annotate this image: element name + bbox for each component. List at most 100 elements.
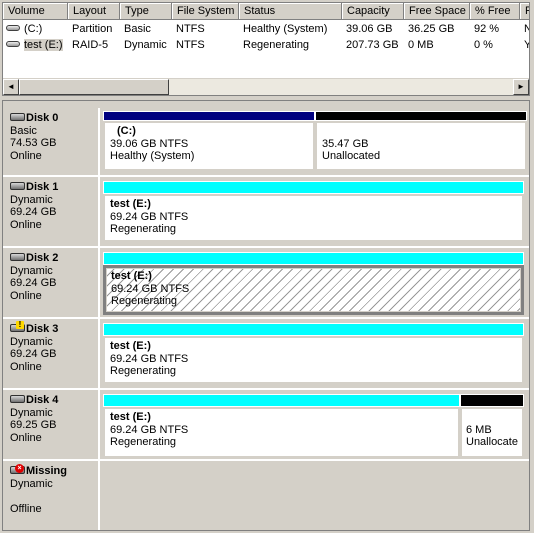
layout-cell: Partition <box>72 23 113 35</box>
partition-status: Unallocate <box>466 436 518 448</box>
disk-type: Dynamic <box>10 477 53 490</box>
column-header-file-system[interactable]: File System <box>172 3 239 20</box>
volume-name: test (E:) <box>24 39 63 51</box>
free-space-cell: 36.25 GB <box>408 23 455 35</box>
partition-body[interactable]: test (E:) 69.24 GB NTFS Regenerating <box>103 336 524 384</box>
disk-label[interactable]: × Missing Dynamic Offline <box>3 461 100 530</box>
disk-label[interactable]: ! Disk 3 Dynamic 69.24 GB Online <box>3 319 100 388</box>
partition-color-bar <box>103 111 315 121</box>
scroll-left-button[interactable]: ◄ <box>3 79 19 95</box>
partition[interactable]: (C:) 39.06 GB NTFS Healthy (System) <box>103 111 315 171</box>
partition[interactable]: test (E:) 69.24 GB NTFS Regenerating <box>103 394 460 458</box>
disk-size: 69.24 GB <box>10 206 57 218</box>
percent-free-cell: 92 % <box>474 23 500 35</box>
disk-label[interactable]: Disk 2 Dynamic 69.24 GB Online <box>3 248 100 317</box>
partition-color-bar <box>103 181 524 194</box>
partition-body[interactable]: test (E:) 69.24 GB NTFS Regenerating <box>103 194 524 242</box>
volume-row[interactable]: test (E:) RAID-5 Dynamic NTFS Regenerati… <box>3 38 529 54</box>
partition-selected[interactable]: test (E:) 69.24 GB NTFS Regenerating <box>103 252 524 315</box>
partition-title: (C:) <box>117 125 136 137</box>
partition-body[interactable]: 35.47 GB Unallocated <box>315 121 527 171</box>
disk-name: Disk 1 <box>10 181 98 194</box>
partition-size: 6 MB <box>466 423 492 436</box>
layout-cell: RAID-5 <box>72 39 109 51</box>
column-header-layout[interactable]: Layout <box>68 3 120 20</box>
column-header-fault-tolerance[interactable]: F <box>520 3 529 20</box>
type-cell: Dynamic <box>124 39 167 51</box>
horizontal-scrollbar[interactable]: ◄ ► <box>3 78 529 95</box>
disk-state: Online <box>10 431 42 444</box>
partition-size: 35.47 GB <box>322 137 369 150</box>
type-cell: Basic <box>124 23 151 35</box>
volume-list[interactable]: Volume Layout Type File System Status Ca… <box>2 2 530 96</box>
column-header-free-space[interactable]: Free Space <box>404 3 470 20</box>
partition[interactable]: test (E:) 69.24 GB NTFS Regenerating <box>103 181 524 242</box>
disk-size: 74.53 GB <box>10 137 57 149</box>
disk-name: Disk 4 <box>10 394 98 407</box>
disk-size <box>10 490 98 503</box>
disk-label[interactable]: Disk 4 Dynamic 69.25 GB Online <box>3 390 100 459</box>
partition-status: Regenerating <box>110 223 177 235</box>
column-header-volume[interactable]: Volume <box>3 3 68 20</box>
volume-name: (C:) <box>24 23 43 35</box>
disk-label[interactable]: Disk 1 Dynamic 69.24 GB Online <box>3 177 100 246</box>
disk-missing-icon: × <box>10 464 25 474</box>
disk-size: 69.24 GB <box>10 348 57 360</box>
column-header-capacity[interactable]: Capacity <box>342 3 404 20</box>
column-header-type[interactable]: Type <box>120 3 172 20</box>
drive-icon <box>6 41 20 47</box>
disk-row[interactable]: Disk 1 Dynamic 69.24 GB Online test (E:)… <box>3 177 529 248</box>
partition-body[interactable]: test (E:) 69.24 GB NTFS Regenerating <box>103 407 460 458</box>
partition-unallocated[interactable]: 35.47 GB Unallocated <box>315 111 527 171</box>
column-header-status[interactable]: Status <box>239 3 342 20</box>
disk-row[interactable]: Disk 2 Dynamic 69.24 GB Online test (E:)… <box>3 248 529 319</box>
partition-status: Regenerating <box>110 365 177 377</box>
partition-title: test (E:) <box>110 198 151 210</box>
partition-title <box>322 125 525 138</box>
partition-size: 69.24 GB NTFS <box>110 210 189 223</box>
partition-title: test (E:) <box>110 411 151 423</box>
disk-type: Basic <box>10 124 37 137</box>
fault-tolerance-cell: Y <box>524 39 529 51</box>
partition-size: 69.24 GB NTFS <box>110 352 189 365</box>
partition-status: Unallocated <box>322 150 381 162</box>
partition-status: Healthy (System) <box>110 150 195 162</box>
partition-body[interactable]: 6 MB Unallocate <box>460 407 524 458</box>
disk-name: × Missing <box>10 464 98 478</box>
partition[interactable]: test (E:) 69.24 GB NTFS Regenerating <box>103 323 524 384</box>
volume-row[interactable]: (C:) Partition Basic NTFS Healthy (Syste… <box>3 22 529 38</box>
status-cell: Healthy (System) <box>243 23 328 35</box>
disk-icon <box>10 253 25 261</box>
disk-warning-icon: ! <box>10 321 25 332</box>
disk-type: Dynamic <box>10 406 53 419</box>
scroll-right-button[interactable]: ► <box>513 79 529 95</box>
partition-size: 69.24 GB NTFS <box>110 423 189 436</box>
disk-graphical-view: Disk 0 Basic 74.53 GB Online (C:) 39.06 … <box>2 100 530 531</box>
status-cell: Regenerating <box>243 39 310 51</box>
disk-row[interactable]: Disk 0 Basic 74.53 GB Online (C:) 39.06 … <box>3 108 529 177</box>
disk-state: Online <box>10 149 42 162</box>
partition-body[interactable]: test (E:) 69.24 GB NTFS Regenerating <box>103 265 524 315</box>
disk-size: 69.24 GB <box>10 277 57 289</box>
partition-unallocated[interactable]: 6 MB Unallocate <box>460 394 524 458</box>
disk-name: Disk 2 <box>10 252 98 265</box>
disk-row[interactable]: Disk 4 Dynamic 69.25 GB Online test (E:)… <box>3 390 529 461</box>
file-system-cell: NTFS <box>176 23 205 35</box>
free-space-cell: 0 MB <box>408 39 434 51</box>
partition-body[interactable]: (C:) 39.06 GB NTFS Healthy (System) <box>103 121 315 171</box>
disk-row-missing[interactable]: × Missing Dynamic Offline <box>3 461 529 530</box>
disk-icon <box>10 182 25 190</box>
column-header-percent-free[interactable]: % Free <box>470 3 520 20</box>
partition-color-bar <box>460 394 524 407</box>
capacity-cell: 39.06 GB <box>346 23 393 35</box>
disk-row[interactable]: ! Disk 3 Dynamic 69.24 GB Online test (E:… <box>3 319 529 390</box>
partition-title: test (E:) <box>110 340 151 352</box>
partition-status: Regenerating <box>111 295 178 307</box>
disk-type: Dynamic <box>10 335 53 348</box>
partition-color-bar <box>315 111 527 121</box>
disk-label[interactable]: Disk 0 Basic 74.53 GB Online <box>3 108 100 175</box>
arrow-right-icon: ► <box>517 82 525 91</box>
percent-free-cell: 0 % <box>474 39 493 51</box>
disk-state: Online <box>10 218 42 231</box>
scroll-thumb[interactable] <box>19 79 169 95</box>
